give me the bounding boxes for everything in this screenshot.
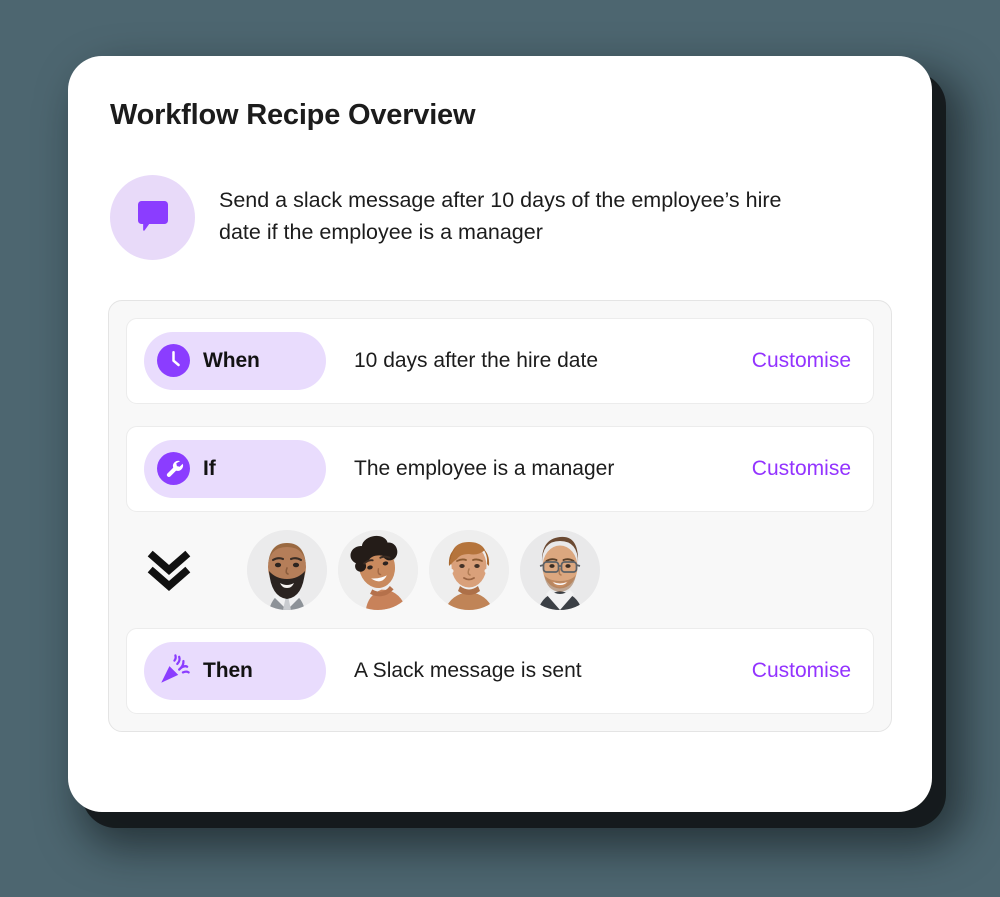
step-row-if[interactable]: If The employee is a manager Customise (126, 425, 874, 512)
step-label-if: If (203, 456, 216, 480)
recipe-summary-text: Send a slack message after 10 days of th… (219, 188, 782, 245)
recipe-connector (126, 512, 874, 628)
step-row-then[interactable]: Then A Slack message is sent Customise (126, 627, 874, 714)
avatar-bald-bearded-man (247, 529, 327, 610)
step-label-then: Then (203, 658, 253, 682)
step-description-then: A Slack message is sent (354, 658, 582, 682)
recipe-steps-panel: When 10 days after the hire date Customi… (108, 299, 892, 732)
step-row-when[interactable]: When 10 days after the hire date Customi… (126, 317, 874, 404)
avatar-glasses-man (520, 529, 600, 610)
step-description-when: 10 days after the hire date (354, 348, 598, 372)
customise-link-if[interactable]: Customise (752, 457, 851, 481)
step-label-when: When (203, 348, 260, 372)
customise-link-when[interactable]: Customise (752, 349, 851, 373)
step-pill-when: When (144, 331, 326, 390)
customise-link-then[interactable]: Customise (752, 659, 851, 683)
double-chevron-down-icon (143, 544, 195, 596)
avatar-group (247, 529, 600, 610)
workflow-recipe-card: Workflow Recipe Overview Send a slack me… (68, 56, 932, 812)
step-pill-if: If (144, 439, 326, 498)
step-description-if: The employee is a manager (354, 456, 615, 480)
page-title: Workflow Recipe Overview (110, 99, 476, 131)
speech-bubble-icon (110, 174, 195, 260)
clock-icon (157, 344, 190, 378)
recipe-summary: Send a slack message after 10 days of th… (110, 174, 892, 260)
party-popper-icon (157, 654, 190, 687)
screen: Workflow Recipe Overview Send a slack me… (0, 0, 1000, 897)
avatar-short-hair-woman (429, 529, 509, 610)
step-pill-then: Then (144, 641, 326, 700)
avatar-curly-haired-woman (338, 529, 418, 610)
wrench-icon (157, 452, 190, 486)
